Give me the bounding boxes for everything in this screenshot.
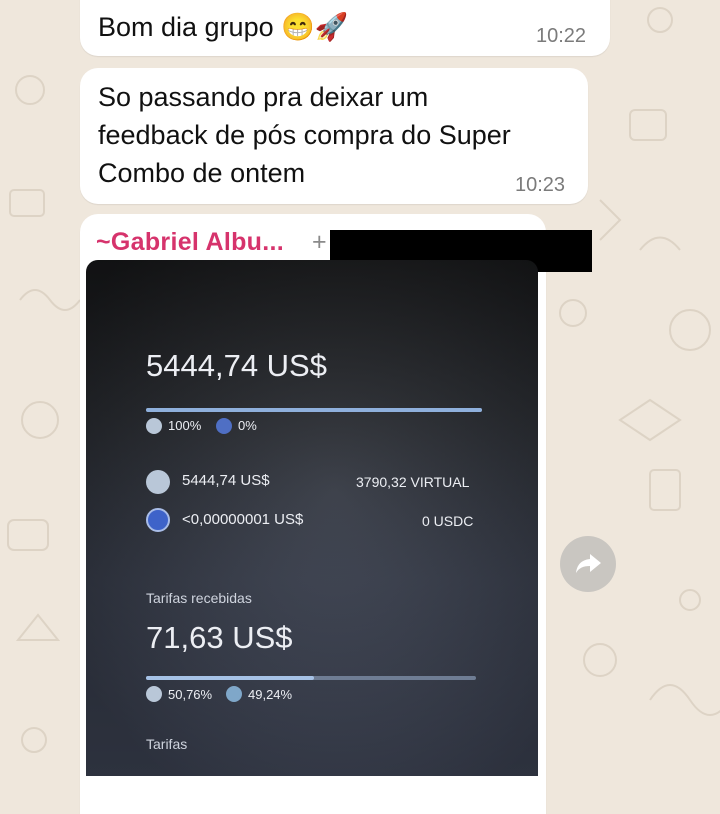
usdc-coin-icon [146, 508, 170, 532]
message-timestamp: 10:23 [515, 174, 566, 196]
virtual-coin-icon [146, 418, 162, 434]
message-line-2: feedback de pós compra do Super [98, 120, 511, 150]
shared-photo[interactable]: 5444,74 US$ 100% 0% 5444,74 US$ 3790,32 … [86, 260, 538, 776]
usdc-coin-icon [216, 418, 232, 434]
fees-split-percent-a: 50,76% [168, 687, 213, 702]
message-bubble-feedback[interactable]: So passando pra deixar um feedback de pó… [80, 68, 588, 204]
sender-phone-prefix: + [312, 228, 327, 256]
fees-split-bar-fill [146, 676, 314, 680]
token-row-2-value: <0,00000001 US$ [182, 511, 304, 528]
fees-split-percent-b: 49,24% [248, 687, 293, 702]
fees-section-label: Tarifas [146, 736, 188, 752]
fees-label: Tarifas recebidas [146, 590, 252, 606]
token-row-2-amount: 0 USDC [422, 513, 474, 529]
balance-amount: 5444,74 US$ [146, 348, 327, 383]
sender-name[interactable]: ~Gabriel Albu... [96, 228, 284, 257]
usdc-coin-icon [226, 686, 242, 702]
split-percent-a: 100% [168, 418, 202, 433]
fees-amount: 71,63 US$ [146, 620, 293, 655]
message-timestamp: 10:22 [536, 25, 587, 47]
forward-button[interactable] [560, 536, 616, 592]
split-percent-b: 0% [238, 418, 257, 433]
message-bubble-greeting[interactable]: Bom dia grupo 😁🚀 10:22 [80, 0, 610, 56]
message-line-3: Combo de ontem [98, 158, 306, 188]
virtual-coin-icon [146, 686, 162, 702]
message-line-1: So passando pra deixar um [98, 82, 429, 112]
token-row-1-amount: 3790,32 VIRTUAL [356, 474, 470, 490]
message-text: Bom dia grupo 😁🚀 [98, 12, 349, 42]
token-row-1-value: 5444,74 US$ [182, 472, 270, 489]
forward-arrow-icon [576, 554, 601, 573]
split-bar-fill [146, 408, 482, 412]
virtual-coin-icon [146, 470, 170, 494]
